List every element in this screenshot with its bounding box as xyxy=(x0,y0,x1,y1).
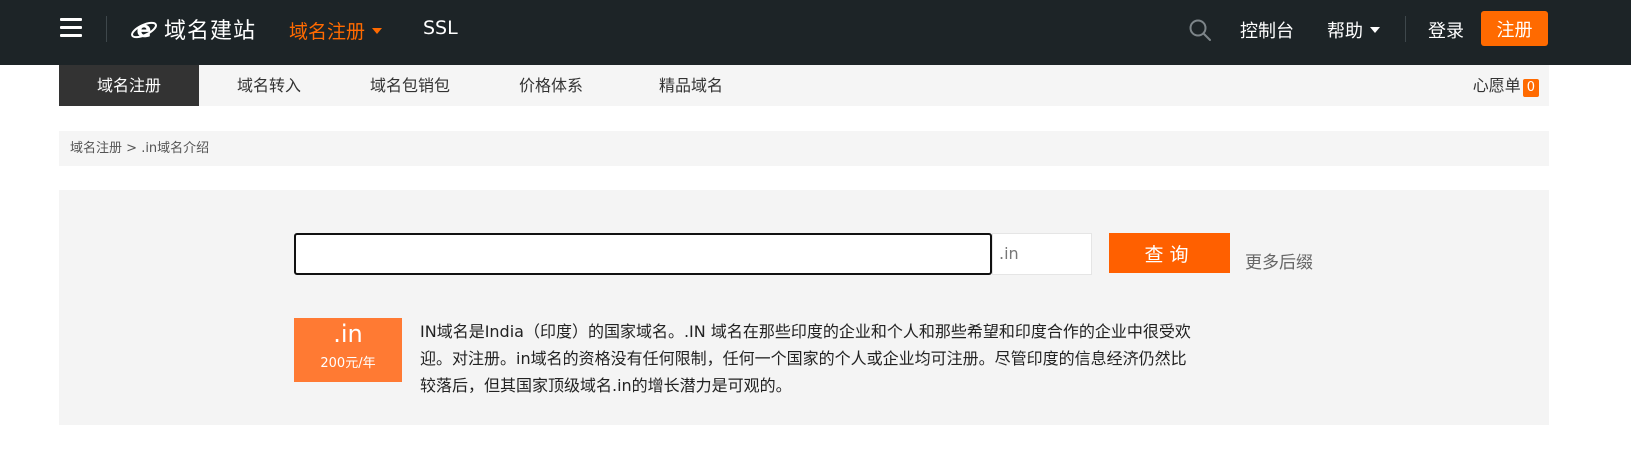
nav-domain-register-label: 域名注册 xyxy=(289,21,366,43)
tld-price-tag: .in 200元/年 xyxy=(294,318,402,382)
breadcrumb-current: .in域名介绍 xyxy=(141,141,210,156)
hamburger-menu-icon[interactable] xyxy=(60,18,82,38)
wishlist-label: 心愿单 xyxy=(1472,76,1521,95)
divider xyxy=(106,16,107,42)
help-menu[interactable]: 帮助 xyxy=(1327,17,1380,43)
divider xyxy=(1405,16,1406,42)
svg-text:e: e xyxy=(137,18,152,43)
site-logo[interactable]: e 域名建站 xyxy=(130,13,256,45)
subnav-item-pricing[interactable]: 价格体系 xyxy=(481,65,621,106)
console-link[interactable]: 控制台 xyxy=(1240,17,1294,43)
more-suffix-link[interactable]: 更多后缀 xyxy=(1245,248,1313,273)
subnav-item-register[interactable]: 域名注册 xyxy=(59,65,199,106)
wishlist-link[interactable]: 心愿单 0 xyxy=(1473,65,1539,106)
domain-subnav: 域名注册 域名转入 域名包销包 价格体系 精品域名 心愿单 0 xyxy=(59,65,1549,106)
subnav-item-transfer[interactable]: 域名转入 xyxy=(199,65,339,106)
help-label: 帮助 xyxy=(1327,21,1363,42)
domain-suffix-select[interactable]: .in xyxy=(992,233,1092,275)
search-icon[interactable] xyxy=(1188,18,1212,42)
logo-e-icon: e xyxy=(131,18,157,43)
subnav-item-package[interactable]: 域名包销包 xyxy=(339,65,481,106)
domain-search-panel: .in 查询 更多后缀 .in 200元/年 IN域名是India（印度）的国家… xyxy=(59,190,1549,425)
breadcrumb-separator: > xyxy=(122,141,142,156)
tld-price: 200元/年 xyxy=(320,356,376,371)
nav-domain-register[interactable]: 域名注册 xyxy=(289,17,383,44)
logo-text: 域名建站 xyxy=(164,19,257,44)
tld-description: IN域名是India（印度）的国家域名。.IN 域名在那些印度的企业和个人和那些… xyxy=(420,322,1191,395)
chevron-down-icon xyxy=(372,27,383,34)
breadcrumb-home[interactable]: 域名注册 xyxy=(70,141,122,156)
login-link[interactable]: 登录 xyxy=(1428,17,1464,43)
query-button[interactable]: 查询 xyxy=(1109,233,1230,273)
domain-search-input[interactable] xyxy=(294,233,992,275)
breadcrumb: 域名注册 > .in域名介绍 xyxy=(59,131,1549,166)
wishlist-count-badge: 0 xyxy=(1522,79,1539,97)
register-button[interactable]: 注册 xyxy=(1481,11,1548,46)
tld-name: .in xyxy=(333,320,363,348)
chevron-down-icon xyxy=(1370,27,1380,33)
subnav-item-premium[interactable]: 精品域名 xyxy=(621,65,761,106)
top-navbar: e 域名建站 域名注册 SSL 控制台 帮助 登录 注册 xyxy=(0,0,1631,65)
nav-ssl[interactable]: SSL xyxy=(423,17,458,39)
